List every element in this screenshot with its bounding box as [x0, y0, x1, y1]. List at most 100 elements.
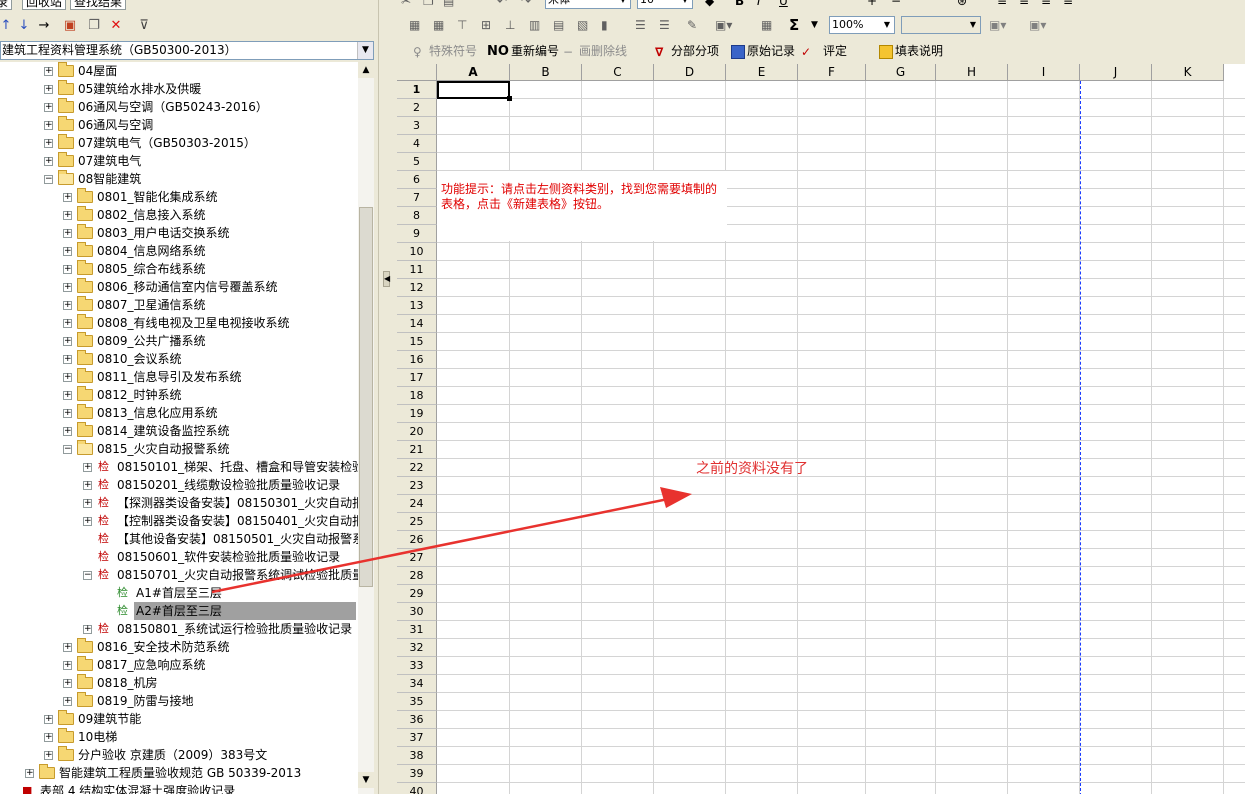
- cut-icon[interactable]: ✂: [401, 0, 411, 11]
- tree-node[interactable]: + 06通风与空调: [0, 116, 358, 134]
- expand-toggle-icon[interactable]: +: [44, 157, 53, 166]
- column-header[interactable]: F: [798, 64, 866, 81]
- tree-node[interactable]: + 06通风与空调（GB50243-2016）: [0, 98, 358, 116]
- row-header[interactable]: 5: [397, 153, 437, 171]
- collapse-left-icon[interactable]: ◀: [383, 271, 390, 287]
- active-cell[interactable]: [437, 81, 512, 101]
- sub-items-button[interactable]: ∇ 分部分项: [655, 41, 719, 61]
- zoom-select[interactable]: 100% ▼: [829, 16, 895, 34]
- tree-node[interactable]: 检 A1#首层至三层: [0, 584, 358, 602]
- row-header[interactable]: 25: [397, 513, 437, 531]
- grid-icon[interactable]: ▤: [553, 15, 564, 35]
- expand-toggle-icon[interactable]: +: [83, 463, 92, 472]
- chevron-down-icon[interactable]: ▼: [880, 17, 894, 33]
- row-header[interactable]: 36: [397, 711, 437, 729]
- tree-node[interactable]: + 0817_应急响应系统: [0, 656, 358, 674]
- row-header[interactable]: 12: [397, 279, 437, 297]
- column-header[interactable]: I: [1008, 64, 1080, 81]
- row-header[interactable]: 32: [397, 639, 437, 657]
- tree-node[interactable]: + 0802_信息接入系统: [0, 206, 358, 224]
- delete-row-icon[interactable]: −: [891, 0, 901, 11]
- select-all-corner[interactable]: [397, 64, 437, 81]
- tree-node[interactable]: + 0814_建筑设备监控系统: [0, 422, 358, 440]
- tree-node[interactable]: + 分户验收 京建质（2009）383号文: [0, 746, 358, 764]
- print-icon[interactable]: ▧: [577, 15, 588, 35]
- tree-node[interactable]: + 0801_智能化集成系统: [0, 188, 358, 206]
- tree-node[interactable]: + 0809_公共广播系统: [0, 332, 358, 350]
- column-header[interactable]: H: [936, 64, 1008, 81]
- align-middle-icon[interactable]: ⊞: [481, 15, 491, 35]
- tree-node[interactable]: + 10电梯: [0, 728, 358, 746]
- row-header[interactable]: 11: [397, 261, 437, 279]
- collapse-toggle-icon[interactable]: −: [63, 445, 72, 454]
- row-header[interactable]: 7: [397, 189, 437, 207]
- delete-icon[interactable]: ✕: [106, 16, 126, 36]
- expand-toggle-icon[interactable]: +: [63, 697, 72, 706]
- expand-toggle-icon[interactable]: +: [63, 643, 72, 652]
- expand-toggle-icon[interactable]: +: [63, 265, 72, 274]
- spreadsheet[interactable]: 功能提示：请点击左侧资料类别，找到您需要填制的表格，点击《新建表格》按钮。 AB…: [397, 64, 1245, 794]
- chevron-down-icon[interactable]: ▼: [357, 42, 373, 59]
- split-cells-icon[interactable]: ▦: [433, 15, 444, 35]
- border-icon[interactable]: ▥: [529, 15, 540, 35]
- row-header[interactable]: 37: [397, 729, 437, 747]
- font-size-select[interactable]: 10 ▼: [637, 0, 693, 9]
- tree-node[interactable]: + 检 08150801_系统试运行检验批质量验收记录: [0, 620, 358, 638]
- row-header[interactable]: 2: [397, 99, 437, 117]
- expand-toggle-icon[interactable]: +: [25, 769, 34, 778]
- font-name-select[interactable]: 宋体 ▼: [545, 0, 631, 9]
- row-header[interactable]: 27: [397, 549, 437, 567]
- expand-toggle-icon[interactable]: +: [83, 625, 92, 634]
- expand-toggle-icon[interactable]: +: [83, 517, 92, 526]
- row-header[interactable]: 24: [397, 495, 437, 513]
- row-header[interactable]: 16: [397, 351, 437, 369]
- row-header[interactable]: 35: [397, 693, 437, 711]
- column-header[interactable]: B: [510, 64, 582, 81]
- align-right-icon[interactable]: ≡: [1041, 0, 1051, 11]
- copy-icon[interactable]: ❐: [84, 16, 104, 36]
- expand-toggle-icon[interactable]: +: [63, 679, 72, 688]
- row-header[interactable]: 21: [397, 441, 437, 459]
- expand-toggle-icon[interactable]: +: [83, 499, 92, 508]
- row-header[interactable]: 6: [397, 171, 437, 189]
- expand-toggle-icon[interactable]: +: [63, 355, 72, 364]
- line-style-select[interactable]: ▼: [901, 16, 981, 34]
- filter-icon[interactable]: ⊽: [134, 16, 154, 36]
- expand-toggle-icon[interactable]: +: [63, 319, 72, 328]
- move-down-icon[interactable]: ↓: [14, 16, 34, 36]
- special-symbol-button[interactable]: ♀ 特殊符号: [413, 41, 477, 61]
- tree-node[interactable]: + 检 【探测器类设备安装】08150301_火灾自动报警: [0, 494, 358, 512]
- underline-icon[interactable]: U: [779, 0, 788, 11]
- insert-row-icon[interactable]: +: [867, 0, 877, 11]
- expand-toggle-icon[interactable]: +: [63, 373, 72, 382]
- scrollbar-thumb[interactable]: [359, 207, 373, 587]
- formula-icon[interactable]: ▦: [761, 15, 772, 35]
- italic-icon[interactable]: I: [757, 0, 761, 11]
- renumber-button[interactable]: NO 重新编号: [487, 41, 559, 61]
- expand-toggle-icon[interactable]: +: [44, 121, 53, 130]
- expand-toggle-icon[interactable]: +: [44, 85, 53, 94]
- new-table-icon[interactable]: ▣: [60, 16, 80, 36]
- paint-icon[interactable]: ◆: [705, 0, 714, 11]
- tree-node[interactable]: + 0804_信息网络系统: [0, 242, 358, 260]
- delete-line-button[interactable]: − 画删除线: [563, 41, 627, 61]
- row-header[interactable]: 4: [397, 135, 437, 153]
- chevron-down-icon[interactable]: ▼: [966, 17, 980, 33]
- tree-node[interactable]: + 0818_机房: [0, 674, 358, 692]
- fill-guide-button[interactable]: 填表说明: [879, 41, 943, 61]
- expand-toggle-icon[interactable]: +: [63, 283, 72, 292]
- row-header[interactable]: 14: [397, 315, 437, 333]
- tree-node[interactable]: + 检 08150201_线缆敷设检验批质量验收记录: [0, 476, 358, 494]
- settings-icon[interactable]: ⊛: [957, 0, 967, 11]
- column-header[interactable]: J: [1080, 64, 1152, 81]
- merge-cells-icon[interactable]: ▦: [409, 15, 420, 35]
- indent-icon[interactable]: ☰: [659, 15, 670, 35]
- row-header[interactable]: 17: [397, 369, 437, 387]
- row-header[interactable]: 13: [397, 297, 437, 315]
- border-color-icon[interactable]: ▣▾: [1029, 15, 1046, 35]
- expand-toggle-icon[interactable]: +: [63, 409, 72, 418]
- arrow-right-icon[interactable]: →: [34, 16, 54, 36]
- border-style-icon[interactable]: ▣▾: [989, 15, 1006, 35]
- column-header[interactable]: C: [582, 64, 654, 81]
- tree-node[interactable]: + 0811_信息导引及发布系统: [0, 368, 358, 386]
